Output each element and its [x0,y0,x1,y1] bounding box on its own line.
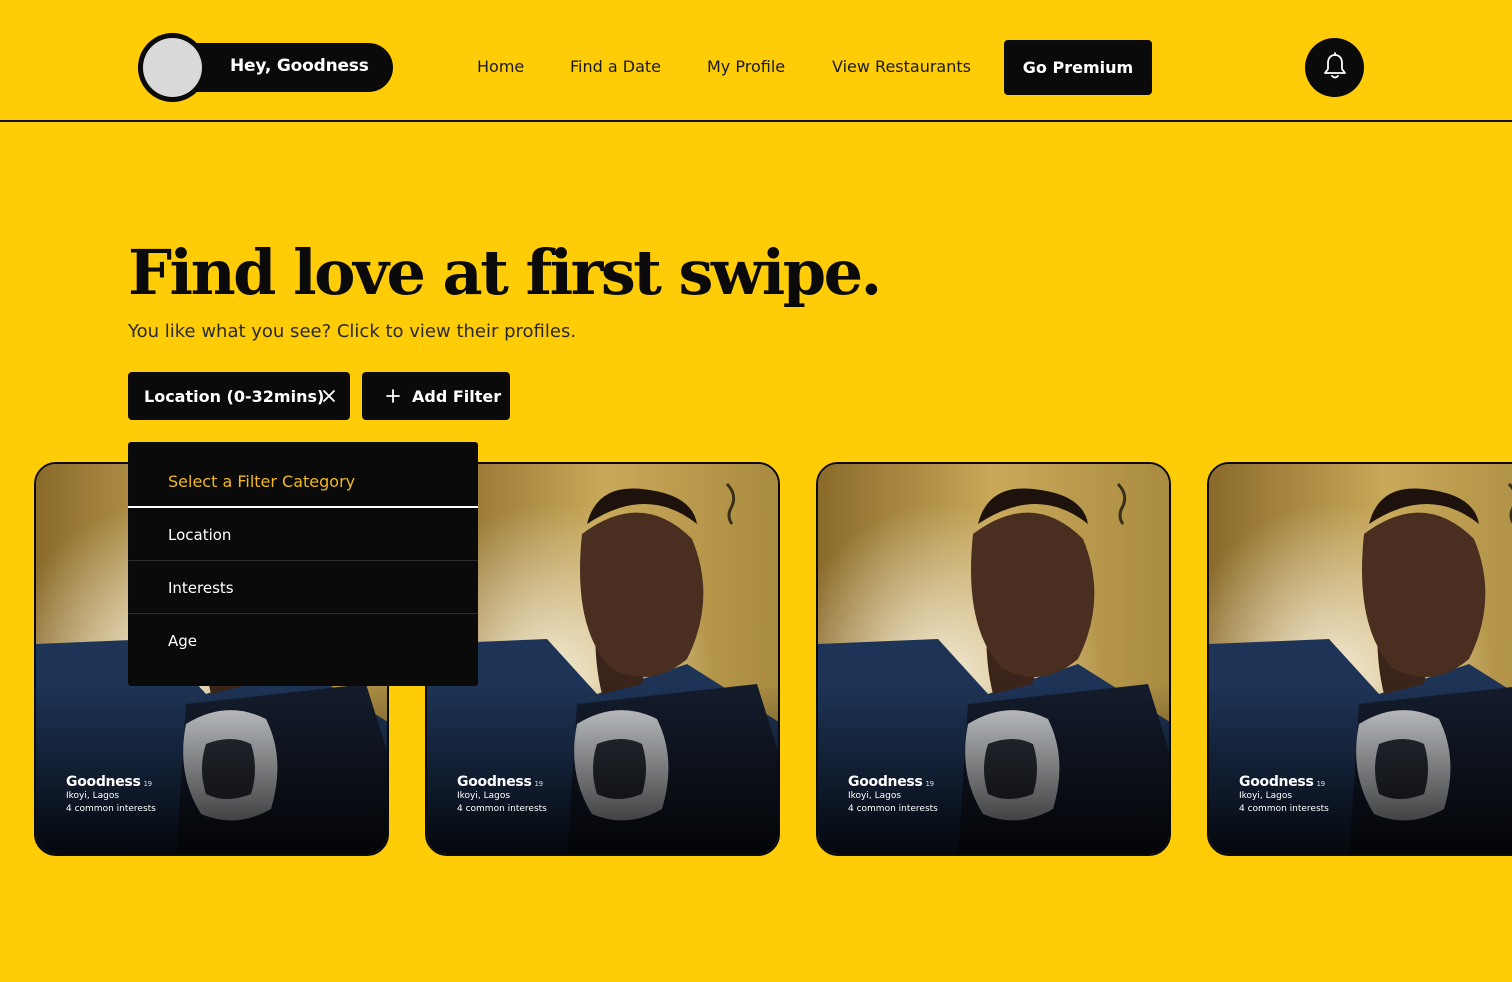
card-common-interests: 4 common interests [848,804,938,814]
nav-my-profile[interactable]: My Profile [707,57,785,76]
close-icon[interactable] [322,388,336,407]
card-location: Ikoyi, Lagos [457,791,511,801]
location-filter-label: Location (0-32mins) [144,386,325,406]
card-common-interests: 4 common interests [66,804,156,814]
plus-icon [386,389,400,403]
page: Hey, Goodness Home Find a Date My Profil… [0,0,1512,982]
nav-view-restaurants[interactable]: View Restaurants [832,57,971,76]
card-age: 19 [534,780,543,788]
card-name: Goodness [1239,774,1314,790]
add-filter-button[interactable]: Add Filter [362,372,510,420]
filter-option-location[interactable]: Location [128,508,478,561]
filter-option-interests[interactable]: Interests [128,561,478,614]
card-age: 19 [1316,780,1325,788]
profile-card[interactable]: Goodness 19 Ikoyi, Lagos 4 common interes… [425,462,780,856]
avatar[interactable] [138,33,207,102]
card-name: Goodness [457,774,532,790]
card-common-interests: 4 common interests [457,804,547,814]
dropdown-header: Select a Filter Category [128,442,478,508]
profile-card[interactable]: Goodness 19 Ikoyi, Lagos 4 common interes… [1207,462,1512,856]
nav-home[interactable]: Home [477,57,524,76]
card-age: 19 [925,780,934,788]
filter-option-age[interactable]: Age [128,614,478,667]
card-age: 19 [143,780,152,788]
go-premium-button[interactable]: Go Premium [1004,40,1152,95]
card-name: Goodness [66,774,141,790]
card-location: Ikoyi, Lagos [848,791,902,801]
page-title: Find love at first swipe. [128,236,882,309]
card-name: Goodness [848,774,923,790]
card-location: Ikoyi, Lagos [66,791,120,801]
filter-category-dropdown: Select a Filter Category Location Intere… [128,442,478,686]
add-filter-label: Add Filter [412,386,502,406]
profile-card[interactable]: Goodness 19 Ikoyi, Lagos 4 common interes… [816,462,1171,856]
top-nav: Hey, Goodness Home Find a Date My Profil… [0,0,1512,122]
page-subtitle: You like what you see? Click to view the… [128,321,577,342]
location-filter-chip[interactable]: Location (0-32mins) [128,372,350,420]
notifications-button[interactable] [1305,38,1364,97]
greeting-text: Hey, Goodness [230,56,369,76]
card-location: Ikoyi, Lagos [1239,791,1293,801]
nav-find-a-date[interactable]: Find a Date [570,57,661,76]
bell-icon [1322,51,1348,84]
card-common-interests: 4 common interests [1239,804,1329,814]
